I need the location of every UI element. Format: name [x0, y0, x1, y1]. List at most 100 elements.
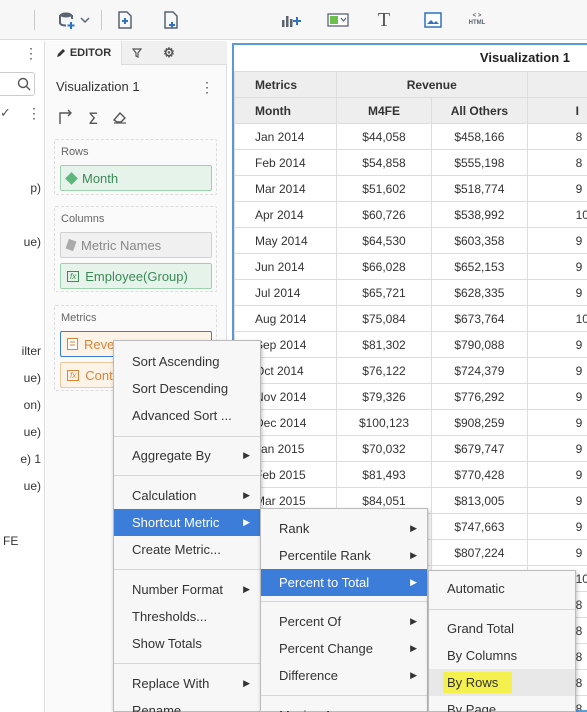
dataset-item[interactable]: p) [0, 181, 44, 195]
table-cell[interactable]: $807,224 [431, 539, 528, 566]
tab-filter[interactable] [126, 41, 148, 65]
table-cell[interactable]: 8 [526, 149, 587, 176]
row-header-cell[interactable]: May 2014 [234, 227, 337, 254]
table-cell[interactable]: $908,259 [431, 409, 528, 436]
menu-item-advanced-sort[interactable]: Advanced Sort ... [114, 402, 260, 429]
table-cell[interactable]: 9 [526, 279, 587, 306]
dataset-item[interactable]: e) 1 [0, 452, 44, 466]
table-cell[interactable]: 9 [526, 487, 587, 514]
menu-item-calculation[interactable]: Calculation ▶ [114, 482, 260, 509]
table-row[interactable]: Jul 2014 $65,721 $628,335 9 [234, 279, 587, 306]
table-cell[interactable]: 9 [526, 539, 587, 566]
table-cell[interactable]: $790,088 [431, 331, 528, 358]
row-header-cell[interactable]: Jun 2014 [234, 253, 337, 280]
swap-axes-icon[interactable] [58, 109, 74, 130]
table-row[interactable]: Jan 2015 $70,032 $679,747 9 [234, 435, 587, 462]
dataset-item[interactable]: FE [0, 534, 44, 548]
table-cell[interactable]: $458,166 [431, 123, 528, 150]
table-cell[interactable]: $75,084 [335, 305, 433, 332]
menu-item-percent-change[interactable]: Percent Change ▶ [261, 635, 427, 662]
table-cell[interactable]: 9 [526, 383, 587, 410]
table-row[interactable]: Aug 2014$75,084$673,76410 [234, 305, 587, 332]
table-row[interactable]: Feb 2015 $81,493 $770,428 9 [234, 461, 587, 488]
menu-item-sort-ascending[interactable]: Sort Ascending [114, 348, 260, 375]
menu-item-show-totals[interactable]: Show Totals [114, 630, 260, 657]
table-cell[interactable]: 9 [526, 435, 587, 462]
table-cell[interactable]: $70,032 [335, 435, 433, 462]
table-cell[interactable]: 9 [526, 513, 587, 540]
columns-pill-metric-names[interactable]: Metric Names [60, 232, 212, 258]
text-icon[interactable]: T [375, 8, 393, 32]
table-cell[interactable]: $813,005 [431, 487, 528, 514]
menu-item-thresholds[interactable]: Thresholds... [114, 603, 260, 630]
column-header[interactable]: I [526, 97, 587, 124]
table-row[interactable]: Apr 2014$60,726$538,99210 [234, 201, 587, 228]
table-cell[interactable]: $81,302 [335, 331, 433, 358]
table-cell[interactable]: $652,153 [431, 253, 528, 280]
table-cell[interactable]: $555,198 [431, 149, 528, 176]
dropdown-caret-icon[interactable] [79, 8, 91, 32]
tab-editor[interactable]: EDITOR [46, 41, 122, 65]
columns-zone[interactable]: Columns Metric Names fx Employee(Group) [54, 206, 217, 292]
table-row[interactable]: Sep 2014 $81,302 $790,088 9 [234, 331, 587, 358]
month-header[interactable]: Month [234, 97, 337, 124]
dataset-item[interactable]: ue) [0, 235, 44, 249]
tab-format[interactable]: ⚙ [158, 41, 180, 65]
table-cell[interactable]: 8 [526, 123, 587, 150]
table-cell[interactable]: 9 [526, 227, 587, 254]
table-cell[interactable]: $770,428 [431, 461, 528, 488]
table-cell[interactable]: 9 [526, 461, 587, 488]
menu-item-moving-avg[interactable]: Moving Avg [261, 702, 427, 712]
column-header[interactable]: All Others [431, 97, 528, 124]
rows-zone[interactable]: Rows Month [54, 139, 217, 195]
table-row[interactable]: May 2014 $64,530 $603,358 9 [234, 227, 587, 254]
table-cell[interactable]: $76,122 [335, 357, 433, 384]
insert-chart-icon[interactable] [279, 8, 303, 32]
menu-item-by-rows[interactable]: By Rows [429, 669, 575, 696]
totals-sigma-icon[interactable]: Σ [88, 109, 98, 130]
row-header-cell[interactable]: Feb 2014 [234, 149, 337, 176]
row-header-cell[interactable]: Mar 2014 [234, 175, 337, 202]
menu-item-sort-descending[interactable]: Sort Descending [114, 375, 260, 402]
columns-pill-employee-group[interactable]: fx Employee(Group) [60, 263, 212, 289]
rows-pill-month[interactable]: Month [60, 165, 212, 191]
menu-item-automatic[interactable]: Automatic [429, 575, 575, 602]
table-cell[interactable]: $747,663 [431, 513, 528, 540]
table-cell[interactable]: $66,028 [335, 253, 433, 280]
table-cell[interactable]: $65,721 [335, 279, 433, 306]
table-row[interactable]: Jan 2014 $44,058 $458,166 8 [234, 123, 587, 150]
menu-item-replace-with[interactable]: Replace With ▶ [114, 670, 260, 697]
table-row[interactable]: Oct 2014 $76,122 $724,379 9 [234, 357, 587, 384]
table-row[interactable]: Nov 2014 $79,326 $776,292 9 [234, 383, 587, 410]
menu-item-percent-to-total[interactable]: Percent to Total ▶ [261, 569, 427, 596]
table-cell[interactable]: $44,058 [335, 123, 433, 150]
table-cell[interactable]: 9 [526, 331, 587, 358]
table-cell[interactable]: 9 [526, 357, 587, 384]
table-cell[interactable]: 10 [526, 305, 587, 332]
menu-item-difference[interactable]: Difference ▶ [261, 662, 427, 689]
table-cell[interactable]: $724,379 [431, 357, 528, 384]
dataset-item[interactable]: ue) [0, 425, 44, 439]
table-cell[interactable]: $776,292 [431, 383, 528, 410]
dataset-item[interactable]: ilter [0, 344, 44, 358]
table-cell[interactable]: $60,726 [335, 201, 433, 228]
table-cell[interactable]: 9 [526, 175, 587, 202]
menu-item-by-page[interactable]: By Page [429, 696, 575, 712]
html-icon[interactable]: < > HTML [466, 8, 488, 32]
menu-item-percentile-rank[interactable]: Percentile Rank ▶ [261, 542, 427, 569]
row-header-cell[interactable]: Jan 2014 [234, 123, 337, 150]
editor-kebab-icon[interactable]: ⋮ [200, 79, 214, 96]
table-row[interactable]: Feb 2014 $54,858 $555,198 8 [234, 149, 587, 176]
dataset-panel-kebab-icon[interactable]: ⋮ [24, 45, 38, 62]
insert-filter-icon[interactable] [326, 8, 350, 32]
table-row[interactable]: Jun 2014 $66,028 $652,153 9 [234, 253, 587, 280]
table-cell[interactable]: 10 [526, 201, 587, 228]
table-cell[interactable]: $64,530 [335, 227, 433, 254]
menu-item-grand-total[interactable]: Grand Total [429, 615, 575, 642]
table-cell[interactable]: $54,858 [335, 149, 433, 176]
table-cell[interactable]: $100,123 [335, 409, 433, 436]
table-cell[interactable]: 9 [526, 409, 587, 436]
menu-item-number-format[interactable]: Number Format ▶ [114, 576, 260, 603]
add-dataset-icon[interactable] [56, 8, 78, 32]
table-cell[interactable]: $603,358 [431, 227, 528, 254]
